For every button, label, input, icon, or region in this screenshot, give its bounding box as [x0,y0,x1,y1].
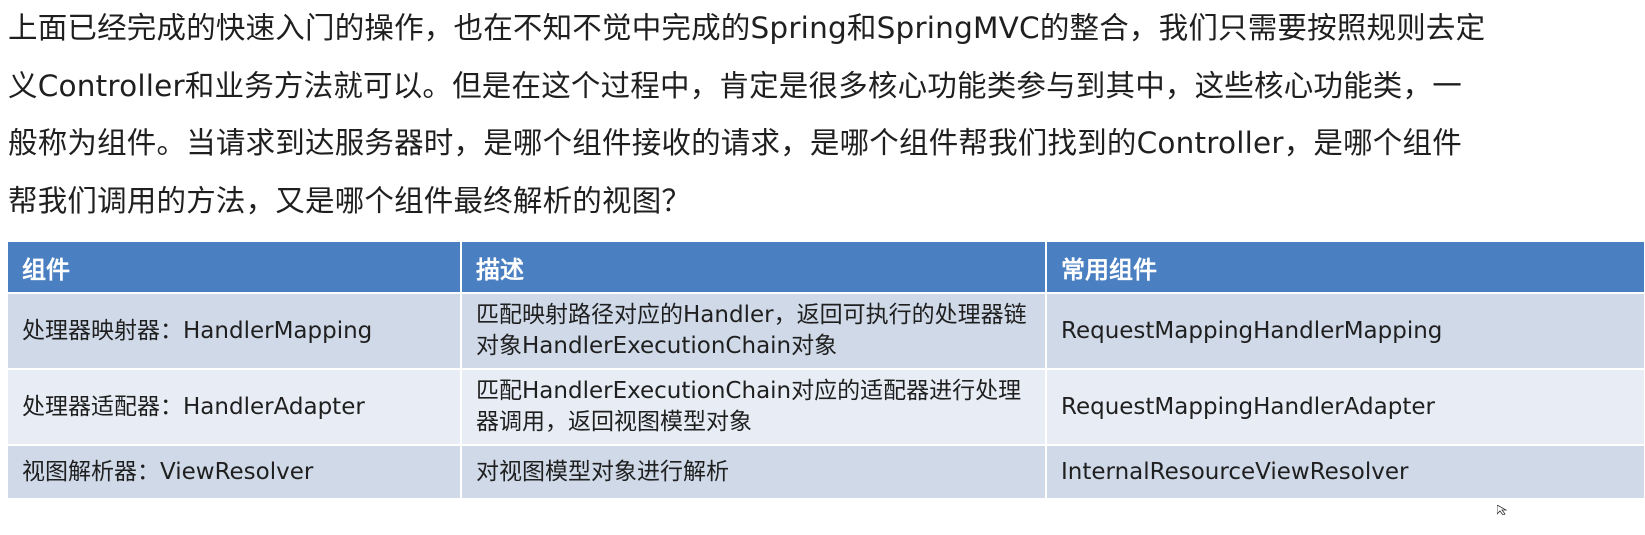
cell-component: 处理器适配器：HandlerAdapter [6,368,462,446]
intro-line: 帮我们调用的方法，又是哪个组件最终解析的视图？ [8,183,692,218]
cell-description: 匹配HandlerExecutionChain对应的适配器进行处理器调用，返回视… [460,368,1047,446]
cell-common-component: InternalResourceViewResolver [1045,444,1645,500]
header-description: 描述 [460,240,1047,294]
table-row: 处理器适配器：HandlerAdapter 匹配HandlerExecution… [6,368,1645,446]
cell-common-component: RequestMappingHandlerMapping [1045,292,1645,370]
cell-description: 对视图模型对象进行解析 [460,444,1047,500]
header-component: 组件 [6,240,462,294]
cell-description: 匹配映射路径对应的Handler，返回可执行的处理器链对象HandlerExec… [460,292,1047,370]
intro-paragraph: 上面已经完成的快速入门的操作，也在不知不觉中完成的Spring和SpringMV… [8,0,1628,230]
intro-line: 般称为组件。当请求到达服务器时，是哪个组件接收的请求，是哪个组件帮我们找到的Co… [8,126,1462,160]
cell-component: 视图解析器：ViewResolver [6,444,462,500]
table-row: 处理器映射器：HandlerMapping 匹配映射路径对应的Handler，返… [6,292,1645,370]
mouse-cursor-icon [1497,505,1507,515]
intro-line: 上面已经完成的快速入门的操作，也在不知不觉中完成的Spring和SpringMV… [8,11,1486,45]
header-common-component: 常用组件 [1045,240,1645,294]
table-header-row: 组件 描述 常用组件 [6,240,1645,294]
cell-common-component: RequestMappingHandlerAdapter [1045,368,1645,446]
table-row: 视图解析器：ViewResolver 对视图模型对象进行解析 InternalR… [6,444,1645,500]
components-table-container: 组件 描述 常用组件 处理器映射器：HandlerMapping 匹配映射路径对… [6,240,1645,500]
components-table: 组件 描述 常用组件 处理器映射器：HandlerMapping 匹配映射路径对… [6,240,1645,500]
cell-component: 处理器映射器：HandlerMapping [6,292,462,370]
intro-line: 义Controller和业务方法就可以。但是在这个过程中，肯定是很多核心功能类参… [8,68,1462,103]
